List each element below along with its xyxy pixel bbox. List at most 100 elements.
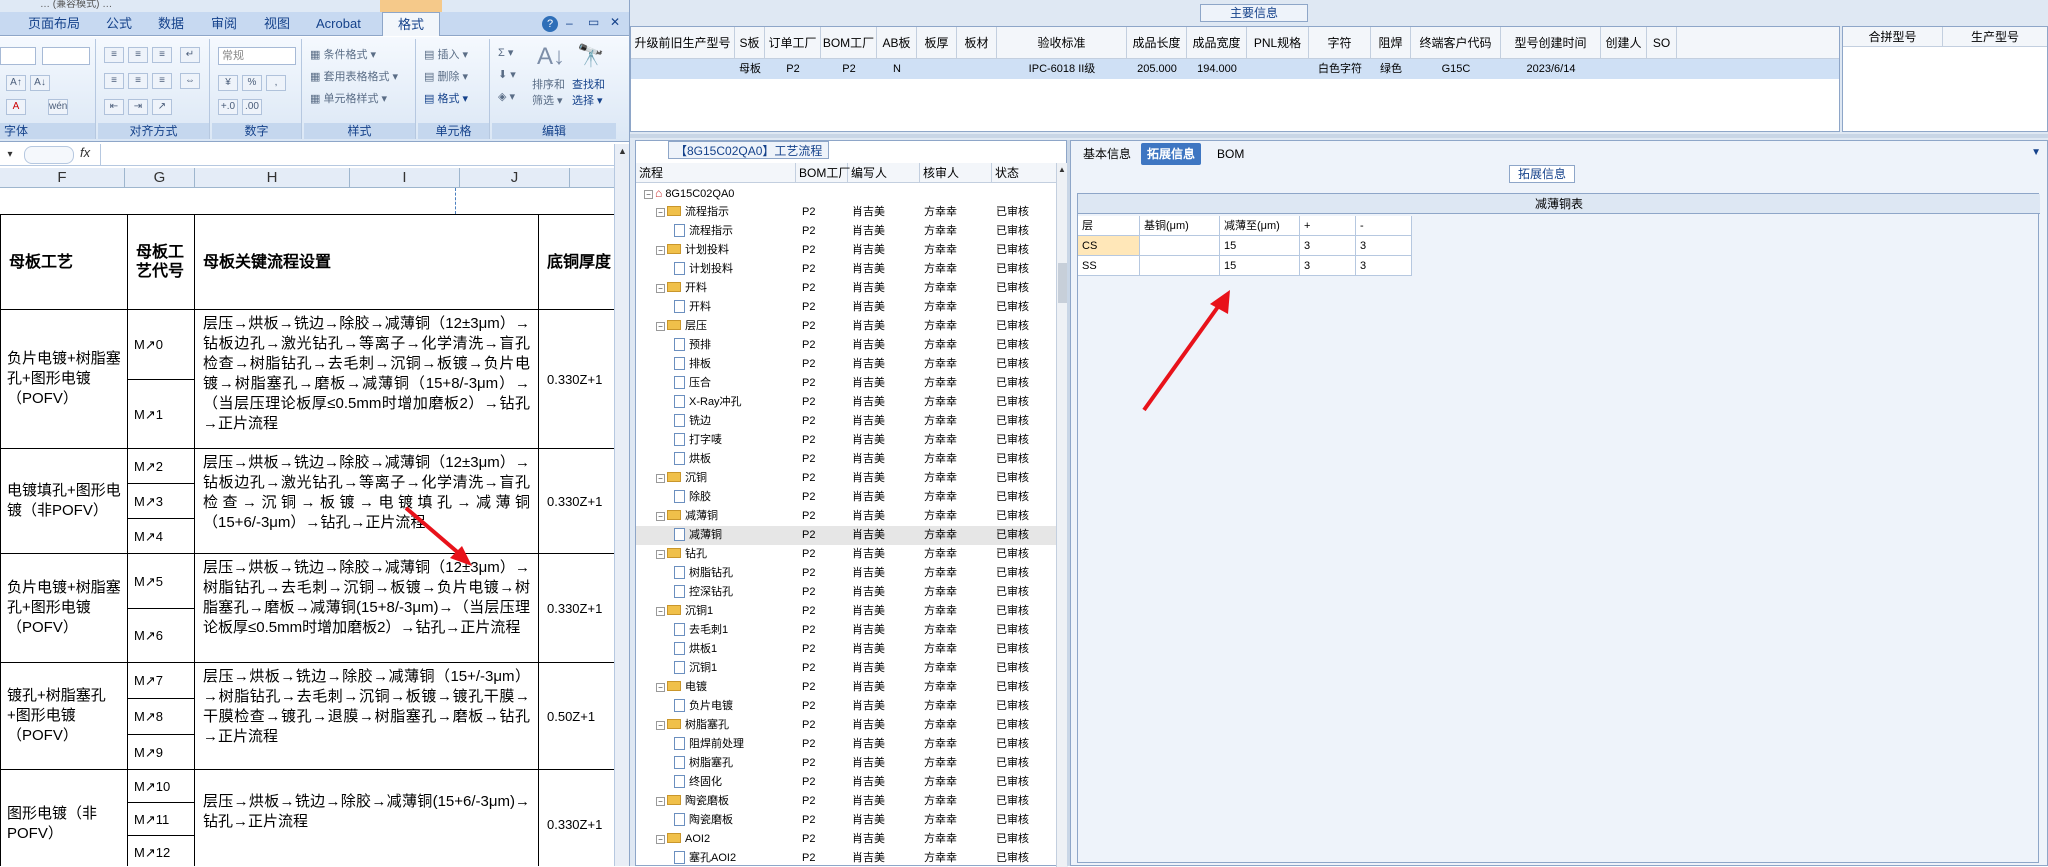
col-reviewer[interactable]: 核审人 xyxy=(920,163,992,183)
col-so[interactable]: SO xyxy=(1647,27,1677,59)
tree-item-row[interactable]: 减薄铜 P2 肖吉美 方幸幸 已审核 xyxy=(636,526,1056,545)
comma-button[interactable]: , xyxy=(266,75,286,91)
col-pnl[interactable]: PNL规格 xyxy=(1247,27,1309,59)
col-material[interactable]: 板材 xyxy=(957,27,997,59)
col-bom-factory[interactable]: BOM工厂 xyxy=(821,27,877,59)
tree-item-row[interactable]: 烘板1 P2 肖吉美 方幸幸 已审核 xyxy=(636,640,1056,659)
collapse-icon[interactable]: − xyxy=(656,796,665,806)
tree-item-row[interactable]: 终固化 P2 肖吉美 方幸幸 已审核 xyxy=(636,773,1056,792)
tree-item-row[interactable]: 去毛刺1 P2 肖吉美 方幸幸 已审核 xyxy=(636,621,1056,640)
formula-bar-handle[interactable] xyxy=(24,146,74,164)
column-header-i[interactable]: I xyxy=(350,168,460,188)
tree-item-row[interactable]: 开料 P2 肖吉美 方幸幸 已审核 xyxy=(636,298,1056,317)
col-creator[interactable]: 创建人 xyxy=(1601,27,1647,59)
tab-acrobat[interactable]: Acrobat xyxy=(310,12,367,36)
autosum-button[interactable]: Σ ▾ xyxy=(498,45,513,62)
tree-folder-row[interactable]: − 流程指示 P2 肖吉美 方幸幸 已审核 xyxy=(636,203,1056,222)
collapse-icon[interactable]: − xyxy=(656,511,665,521)
clear-icon[interactable]: ◈ ▾ xyxy=(498,89,515,106)
help-icon[interactable]: ? xyxy=(542,16,558,32)
scroll-up-icon[interactable]: ▲ xyxy=(617,146,628,160)
align-center-icon[interactable]: ≡ xyxy=(128,73,148,89)
col-layer[interactable]: 层 xyxy=(1078,216,1140,236)
wrap-text-icon[interactable]: ↵ xyxy=(180,47,200,63)
cell-layer[interactable]: SS xyxy=(1078,256,1140,276)
cell-minus[interactable]: 3 xyxy=(1356,256,1412,276)
tree-item-row[interactable]: 树脂塞孔 P2 肖吉美 方幸幸 已审核 xyxy=(636,754,1056,773)
cell-plus[interactable]: 3 xyxy=(1300,236,1356,256)
percent-button[interactable]: % xyxy=(242,75,262,91)
collapse-icon[interactable]: − xyxy=(656,473,665,483)
tree-item-row[interactable]: 阻焊前处理 P2 肖吉美 方幸幸 已审核 xyxy=(636,735,1056,754)
collapse-icon[interactable]: − xyxy=(656,834,665,844)
increase-decimal-button[interactable]: +.0 xyxy=(218,99,238,115)
cell-thin-to[interactable]: 15 xyxy=(1220,236,1300,256)
col-status[interactable]: 状态 xyxy=(992,163,1056,183)
tree-folder-row[interactable]: − 电镀 P2 肖吉美 方幸幸 已审核 xyxy=(636,678,1056,697)
tree-item-row[interactable]: 压合 P2 肖吉美 方幸幸 已审核 xyxy=(636,374,1056,393)
tree-folder-row[interactable]: − 减薄铜 P2 肖吉美 方幸幸 已审核 xyxy=(636,507,1056,526)
cell-base-copper[interactable] xyxy=(1140,236,1220,256)
collapse-icon[interactable]: − xyxy=(644,189,653,199)
col-production-model[interactable]: 生产型号 xyxy=(1943,27,2047,47)
merge-icon[interactable]: ⇔ xyxy=(180,73,200,89)
col-soldermask[interactable]: 阻焊 xyxy=(1371,27,1411,59)
column-header-g[interactable]: G xyxy=(125,168,195,188)
fill-icon[interactable]: ⬇ ▾ xyxy=(498,67,516,84)
tab-review[interactable]: 审阅 xyxy=(205,12,243,36)
tab-formulas[interactable]: 公式 xyxy=(100,12,138,36)
tree-item-row[interactable]: 排板 P2 肖吉美 方幸幸 已审核 xyxy=(636,355,1056,374)
tab-page-layout[interactable]: 页面布局 xyxy=(22,12,86,36)
tree-item-row[interactable]: 负片电镀 P2 肖吉美 方幸幸 已审核 xyxy=(636,697,1056,716)
tree-item-row[interactable]: 控深钻孔 P2 肖吉美 方幸幸 已审核 xyxy=(636,583,1056,602)
format-cells-button[interactable]: ▤ 格式 ▾ xyxy=(424,91,468,108)
column-header-j[interactable]: J xyxy=(460,168,570,188)
tree-folder-row[interactable]: − 开料 P2 肖吉美 方幸幸 已审核 xyxy=(636,279,1056,298)
delete-cells-button[interactable]: ▤ 删除 ▾ xyxy=(424,69,468,86)
collapse-icon[interactable]: − xyxy=(656,207,665,217)
tree-folder-row[interactable]: − 陶瓷磨板 P2 肖吉美 方幸幸 已审核 xyxy=(636,792,1056,811)
phonetic-button[interactable]: wén xyxy=(48,99,68,115)
collapse-icon[interactable]: − xyxy=(656,321,665,331)
col-s-board[interactable]: S板 xyxy=(735,27,765,59)
col-acceptance[interactable]: 验收标准 xyxy=(997,27,1127,59)
formula-input[interactable] xyxy=(100,144,610,165)
col-customer-code[interactable]: 终端客户代码 xyxy=(1411,27,1501,59)
col-order-factory[interactable]: 订单工厂 xyxy=(765,27,821,59)
orientation-icon[interactable]: ↗ xyxy=(152,99,172,115)
main-selected-row[interactable]: 母板 P2 P2 N IPC-6018 II级 205.000 194.000 … xyxy=(631,59,1839,79)
number-format-select[interactable]: 常规 xyxy=(218,47,296,65)
col-silkscreen[interactable]: 字符 xyxy=(1309,27,1371,59)
col-length[interactable]: 成品长度 xyxy=(1127,27,1187,59)
tree-item-row[interactable]: 除胶 P2 肖吉美 方幸幸 已审核 xyxy=(636,488,1056,507)
find-select-icon[interactable]: 🔭 xyxy=(574,43,608,73)
col-bom-factory[interactable]: BOM工厂 xyxy=(796,163,850,183)
tab-data[interactable]: 数据 xyxy=(152,12,190,36)
excel-vertical-scrollbar[interactable]: ▲ xyxy=(614,144,629,866)
col-ab-board[interactable]: AB板 xyxy=(877,27,917,59)
col-minus[interactable]: - xyxy=(1356,216,1412,236)
cell-thin-to[interactable]: 15 xyxy=(1220,256,1300,276)
collapse-icon[interactable]: − xyxy=(656,283,665,293)
align-left-icon[interactable]: ≡ xyxy=(104,73,124,89)
tree-folder-row[interactable]: − 沉铜 P2 肖吉美 方幸幸 已审核 xyxy=(636,469,1056,488)
tree-item-row[interactable]: 打字唛 P2 肖吉美 方幸幸 已审核 xyxy=(636,431,1056,450)
collapse-icon[interactable]: − xyxy=(656,720,665,730)
insert-cells-button[interactable]: ▤ 插入 ▾ xyxy=(424,47,468,64)
tree-folder-row[interactable]: − 沉铜1 P2 肖吉美 方幸幸 已审核 xyxy=(636,602,1056,621)
indent-decrease-icon[interactable]: ⇤ xyxy=(104,99,124,115)
tree-item-row[interactable]: 铣边 P2 肖吉美 方幸幸 已审核 xyxy=(636,412,1056,431)
font-size-box[interactable] xyxy=(42,47,90,65)
tab-bom[interactable]: BOM xyxy=(1211,143,1250,165)
shape-resize-handle[interactable] xyxy=(455,188,461,214)
align-middle-icon[interactable]: ≡ xyxy=(128,47,148,63)
col-thickness[interactable]: 板厚 xyxy=(917,27,957,59)
tree-item-row[interactable]: 陶瓷磨板 P2 肖吉美 方幸幸 已审核 xyxy=(636,811,1056,830)
column-header-f[interactable]: F xyxy=(0,168,125,188)
collapse-icon[interactable]: − xyxy=(656,682,665,692)
cell-plus[interactable]: 3 xyxy=(1300,256,1356,276)
tree-item-row[interactable]: 烘板 P2 肖吉美 方幸幸 已审核 xyxy=(636,450,1056,469)
tree-root[interactable]: − ⌂ 8G15C02QA0 xyxy=(636,184,1056,203)
col-flow[interactable]: 流程 xyxy=(636,163,796,183)
col-merge-model[interactable]: 合拼型号 xyxy=(1843,27,1943,47)
